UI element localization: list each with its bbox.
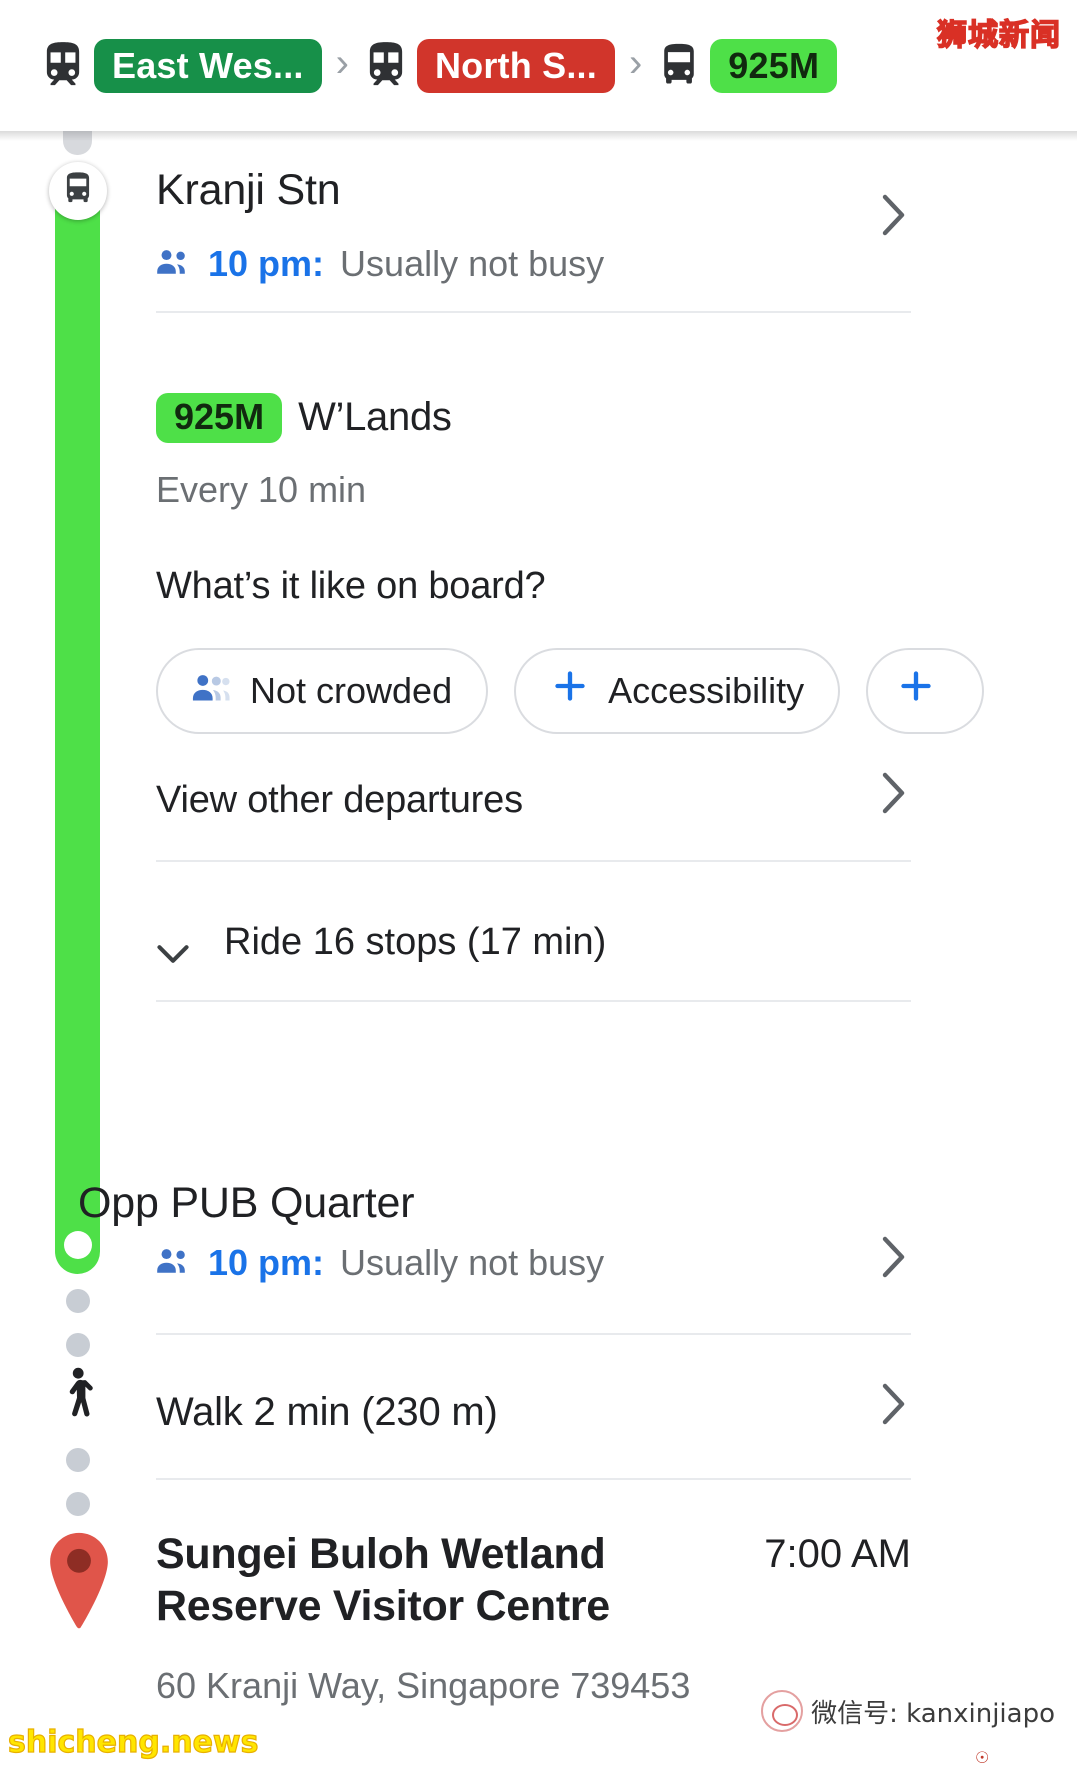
route-leg-north-south-line[interactable]: North S... <box>363 38 615 93</box>
route-leg-label: East Wes... <box>94 38 322 93</box>
wechat-logo-icon <box>761 1690 804 1732</box>
alighting-busy-status: Usually not busy <box>340 1242 605 1283</box>
route-leg-bus-925m[interactable]: 925M <box>656 38 838 93</box>
chip-not-crowded[interactable]: Not crowded <box>156 647 489 734</box>
walk-path-dot <box>66 1333 90 1357</box>
pedestrian-icon <box>54 1366 104 1424</box>
bus-service-block: 925M W’Lands Every 10 min What’s it like… <box>156 393 1077 821</box>
plus-icon <box>896 666 936 715</box>
watermark-wechat: 微信号: kanxinjiapo <box>761 1690 1055 1732</box>
chevron-right-icon[interactable] <box>881 771 907 815</box>
crowd-level-icon <box>192 670 232 712</box>
destination-name: Sungei Buloh Wetland Reserve Visitor Cen… <box>156 1530 610 1631</box>
alighting-stop-busyness: 10 pm: Usually not busy <box>156 1243 1077 1283</box>
view-other-departures-label: View other departures <box>156 779 523 821</box>
route-leg-label: North S... <box>416 38 615 93</box>
route-timeline-rail <box>0 131 160 1768</box>
alighting-stop-busyness-row[interactable]: 10 pm: Usually not busy <box>156 1236 1077 1283</box>
watermark-wechat-text: 微信号: kanxinjiapo <box>811 1698 1055 1729</box>
chevron-down-icon <box>156 932 190 963</box>
walk-path-dot <box>66 1448 90 1472</box>
service-destination: W’Lands <box>298 395 452 440</box>
route-leg-label: 925M <box>710 38 838 93</box>
chevron-right-icon[interactable] <box>881 1382 907 1426</box>
onboard-question: What’s it like on board? <box>156 564 546 607</box>
bus-leg-line <box>55 199 100 1274</box>
watermark-dot-icon: ☉ <box>975 1750 990 1767</box>
bus-icon <box>656 41 702 91</box>
watermark-top-right: 狮城新闻 <box>936 17 1061 54</box>
divider <box>156 1000 911 1002</box>
train-icon <box>40 41 86 91</box>
route-bar-shadow <box>0 131 1077 141</box>
walk-step-row[interactable]: Walk 2 min (230 m) <box>156 1383 1077 1435</box>
route-summary-bar[interactable]: East Wes... › North S... › 925M <box>0 0 1077 131</box>
chip-add-attribute[interactable] <box>866 647 985 734</box>
boarding-stop-name: Kranji Stn <box>156 166 341 214</box>
ride-stops-label: Ride 16 stops (17 min) <box>224 921 607 963</box>
watermark-bottom-left: shicheng.news <box>7 1724 259 1760</box>
plus-icon <box>550 666 590 715</box>
divider <box>156 311 911 313</box>
chip-label: Accessibility <box>608 669 805 711</box>
alighting-stop-block[interactable]: Opp PUB Quarter <box>78 1179 1077 1227</box>
divider <box>156 1478 911 1480</box>
boarding-stop-busyness: 10 pm: Usually not busy <box>156 244 1077 284</box>
walk-path-dot <box>66 1289 90 1313</box>
chevron-right-icon[interactable] <box>881 193 907 237</box>
route-leg-east-west-line[interactable]: East Wes... <box>40 38 322 93</box>
boarding-stop-block[interactable]: Kranji Stn 10 pm: Usually not busy <box>156 166 1077 284</box>
boarding-busy-status: Usually not busy <box>340 243 605 285</box>
divider <box>156 860 911 862</box>
chevron-right-icon: › <box>628 40 643 85</box>
ride-stops-toggle[interactable]: Ride 16 stops (17 min) <box>156 921 606 964</box>
train-icon <box>363 41 409 91</box>
bus-icon <box>61 171 95 212</box>
walk-label: Walk 2 min (230 m) <box>156 1390 498 1434</box>
service-header[interactable]: 925M W’Lands <box>156 393 1077 443</box>
onboard-chips: Not crowded Accessibility <box>156 647 1077 734</box>
alighting-stop-name: Opp PUB Quarter <box>78 1179 415 1227</box>
map-pin-icon <box>44 1531 114 1631</box>
service-frequency: Every 10 min <box>156 468 367 510</box>
walk-path-dot <box>66 1492 90 1516</box>
boarding-busy-time: 10 pm: <box>208 243 325 285</box>
chevron-right-icon: › <box>335 40 349 85</box>
alighting-stop-marker <box>64 1231 92 1259</box>
chip-accessibility[interactable]: Accessibility <box>514 647 841 734</box>
view-other-departures-row[interactable]: View other departures <box>156 772 1077 822</box>
crowd-level-icon <box>156 1243 192 1283</box>
service-route-badge: 925M <box>156 393 283 443</box>
transit-directions-screen: East Wes... › North S... › 925M Kranji S… <box>0 0 1077 1768</box>
destination-arrival-time: 7:00 AM <box>764 1532 911 1576</box>
boarding-stop-marker <box>49 162 107 220</box>
chevron-right-icon[interactable] <box>881 1235 907 1279</box>
chip-label: Not crowded <box>250 669 453 711</box>
crowd-level-icon <box>156 244 192 284</box>
alighting-busy-time: 10 pm: <box>208 1242 325 1283</box>
destination-block[interactable]: Sungei Buloh Wetland Reserve Visitor Cen… <box>156 1528 1077 1707</box>
divider <box>156 1333 911 1335</box>
